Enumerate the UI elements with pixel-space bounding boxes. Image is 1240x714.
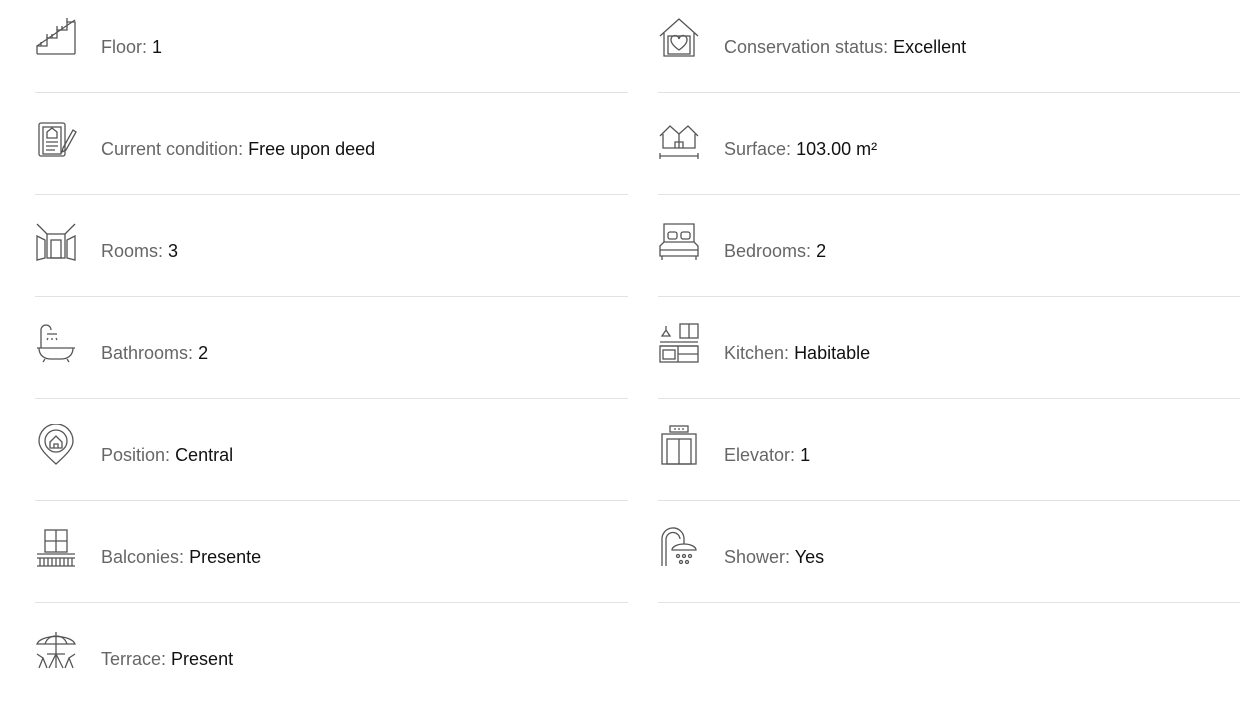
feature-balconies: Balconies: Presente <box>35 510 628 612</box>
features-right-column: Conservation status: Excellent Surface: … <box>658 0 1240 612</box>
feature-bedrooms: Bedrooms: 2 <box>658 204 1240 306</box>
rooms-icon <box>35 220 77 262</box>
feature-label: Balconies: <box>101 547 185 567</box>
divider <box>658 398 1240 399</box>
divider <box>658 194 1240 195</box>
feature-value: Habitable <box>794 343 871 363</box>
feature-label: Bathrooms: <box>101 343 194 363</box>
balcony-icon <box>35 526 77 568</box>
divider <box>658 602 1240 603</box>
feature-bathrooms: Bathrooms: 2 <box>35 306 628 408</box>
feature-rooms: Rooms: 3 <box>35 204 628 306</box>
elevator-icon <box>658 424 700 466</box>
feature-elevator: Elevator: 1 <box>658 408 1240 510</box>
feature-label: Kitchen: <box>724 343 790 363</box>
feature-conservation-status: Conservation status: Excellent <box>658 0 1240 102</box>
feature-value: Free upon deed <box>248 139 376 159</box>
stairs-icon <box>35 16 77 58</box>
feature-value: Present <box>171 649 234 669</box>
feature-label: Elevator: <box>724 445 796 465</box>
divider <box>658 92 1240 93</box>
feature-label: Current condition: <box>101 139 244 159</box>
features-left-column: Floor: 1 Current condition: Free upon de… <box>35 0 628 714</box>
feature-label: Conservation status: <box>724 37 889 57</box>
feature-value: 1 <box>152 37 163 57</box>
feature-label: Terrace: <box>101 649 167 669</box>
kitchen-icon <box>658 322 700 364</box>
feature-label: Surface: <box>724 139 792 159</box>
feature-terrace: Terrace: Present <box>35 612 628 714</box>
feature-value: 2 <box>198 343 209 363</box>
bathtub-icon <box>35 322 77 364</box>
divider <box>35 92 628 93</box>
divider <box>658 296 1240 297</box>
location-pin-icon <box>35 424 77 466</box>
feature-position: Position: Central <box>35 408 628 510</box>
feature-value: 3 <box>168 241 179 261</box>
feature-shower: Shower: Yes <box>658 510 1240 612</box>
surface-icon <box>658 118 700 160</box>
feature-value: Excellent <box>893 37 967 57</box>
divider <box>35 296 628 297</box>
feature-value: Central <box>175 445 234 465</box>
feature-value: 1 <box>800 445 811 465</box>
feature-floor: Floor: 1 <box>35 0 628 102</box>
feature-value: 103.00 m² <box>796 139 878 159</box>
feature-value: 2 <box>816 241 827 261</box>
feature-label: Position: <box>101 445 171 465</box>
terrace-icon <box>35 628 77 670</box>
feature-label: Floor: <box>101 37 148 57</box>
divider <box>35 602 628 603</box>
feature-current-condition: Current condition: Free upon deed <box>35 102 628 204</box>
feature-surface: Surface: 103.00 m² <box>658 102 1240 204</box>
bed-icon <box>658 220 700 262</box>
house-heart-icon <box>658 16 700 58</box>
feature-label: Rooms: <box>101 241 164 261</box>
shower-icon <box>658 526 700 568</box>
feature-label: Shower: <box>724 547 791 567</box>
feature-value: Presente <box>189 547 262 567</box>
divider <box>35 194 628 195</box>
document-icon <box>35 118 77 160</box>
divider <box>35 398 628 399</box>
feature-value: Yes <box>794 547 825 567</box>
feature-kitchen: Kitchen: Habitable <box>658 306 1240 408</box>
divider <box>35 500 628 501</box>
feature-label: Bedrooms: <box>724 241 812 261</box>
divider <box>658 500 1240 501</box>
